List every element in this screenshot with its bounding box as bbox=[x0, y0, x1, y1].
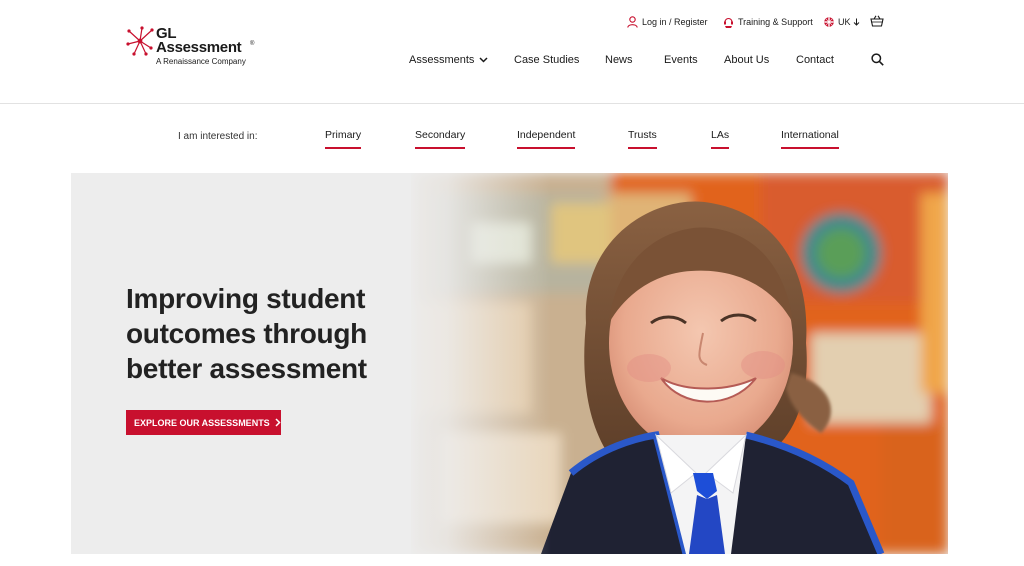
nav-assessments[interactable]: Assessments bbox=[409, 52, 488, 68]
interest-link-trusts[interactable]: Trusts bbox=[628, 129, 657, 149]
interest-link-primary[interactable]: Primary bbox=[325, 129, 362, 149]
nav-about-us[interactable]: About Us bbox=[724, 52, 769, 68]
chevron-right-icon bbox=[275, 418, 281, 427]
interest-link-independent[interactable]: Independent bbox=[517, 129, 576, 149]
logo-text-assessment: Assessment bbox=[156, 39, 242, 56]
chevron-down-icon bbox=[479, 57, 488, 63]
interest-link-international[interactable]: International bbox=[781, 129, 839, 149]
explore-assessments-button[interactable]: EXPLORE OUR ASSESSMENTS bbox=[126, 410, 281, 435]
site-header: GL Assessment ® A Renaissance Company Lo… bbox=[0, 0, 1024, 104]
search-icon bbox=[871, 53, 884, 66]
nav-events[interactable]: Events bbox=[664, 52, 698, 68]
arrow-down-icon bbox=[853, 18, 859, 26]
uk-flag-icon bbox=[824, 17, 834, 27]
nav-assessments-label: Assessments bbox=[409, 54, 475, 66]
nav-case-studies[interactable]: Case Studies bbox=[514, 52, 579, 68]
support-icon bbox=[724, 17, 733, 28]
interest-link-secondary[interactable]: Secondary bbox=[415, 129, 466, 149]
gl-assessment-logo[interactable]: GL Assessment ® A Renaissance Company bbox=[126, 26, 266, 70]
login-register-link[interactable]: Log in / Register bbox=[627, 14, 708, 30]
logo-tagline: A Renaissance Company bbox=[156, 57, 246, 66]
logo-trademark: ® bbox=[250, 41, 255, 47]
hero-title: Improving student outcomes through bette… bbox=[126, 283, 367, 384]
search-button[interactable] bbox=[871, 53, 884, 71]
logo-network-icon bbox=[126, 26, 154, 56]
training-support-label: Training & Support bbox=[738, 17, 813, 27]
basket-icon bbox=[870, 15, 884, 27]
nav-contact[interactable]: Contact bbox=[796, 52, 834, 68]
person-icon bbox=[627, 16, 638, 28]
nav-news[interactable]: News bbox=[605, 52, 633, 68]
explore-assessments-label: EXPLORE OUR ASSESSMENTS bbox=[134, 417, 270, 428]
basket-button[interactable] bbox=[870, 14, 884, 32]
interest-link-las[interactable]: LAs bbox=[711, 129, 730, 149]
region-label: UK bbox=[838, 17, 851, 27]
login-register-label: Log in / Register bbox=[642, 17, 708, 27]
hero-banner: Improving student outcomes through bette… bbox=[71, 173, 948, 554]
interest-label: I am interested in: bbox=[178, 131, 258, 142]
region-selector[interactable]: UK bbox=[824, 14, 860, 30]
training-support-link[interactable]: Training & Support bbox=[723, 14, 813, 30]
